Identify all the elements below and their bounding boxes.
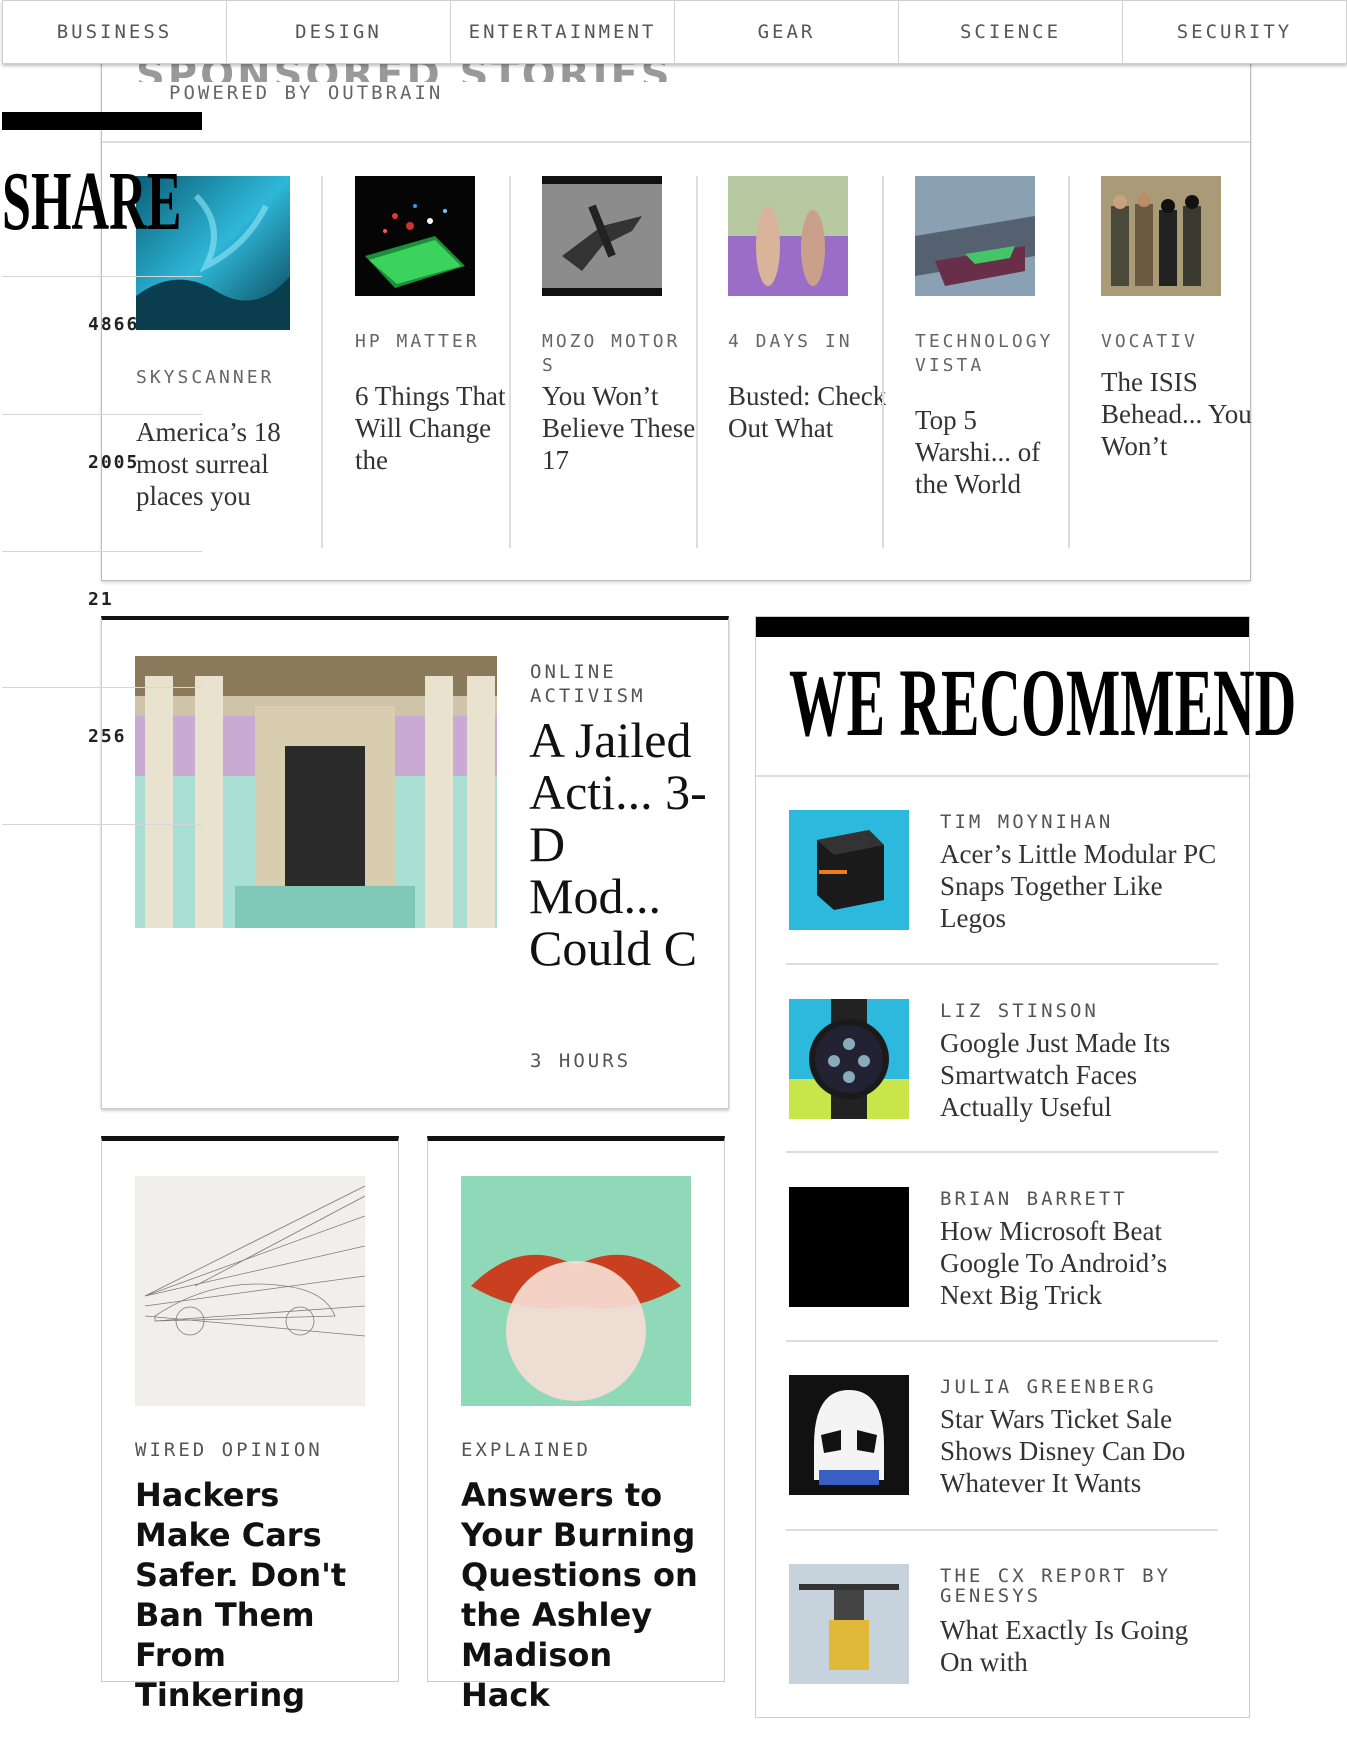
story-source: SKYSCANNER: [136, 367, 275, 388]
recommend-item[interactable]: BRIAN BARRETT How Microsoft Beat Google …: [789, 1187, 1219, 1377]
divider: [786, 963, 1218, 965]
divider: [786, 1340, 1218, 1342]
story-source: VOCATIV: [1101, 331, 1198, 352]
story-thumbnail[interactable]: [542, 176, 662, 296]
recommend-thumbnail[interactable]: [789, 1187, 909, 1307]
divider: [786, 1151, 1218, 1153]
divider: [102, 141, 1250, 143]
recommend-item[interactable]: JULIA GREENBERG Star Wars Ticket Sale Sh…: [789, 1375, 1219, 1565]
card-title[interactable]: Answers to Your Burning Questions on the…: [461, 1475, 711, 1715]
card-title[interactable]: Hackers Make Cars Safer. Don't Ban Them …: [135, 1475, 385, 1715]
recommend-thumbnail[interactable]: [789, 1375, 909, 1495]
recommend-author[interactable]: JULIA GREENBERG: [940, 1377, 1210, 1397]
card-category[interactable]: WIRED OPINION: [135, 1439, 323, 1461]
story-card[interactable]: EXPLAINED Answers to Your Burning Questi…: [427, 1136, 725, 1714]
recommend-item[interactable]: LIZ STINSON Google Just Made Its Smartwa…: [789, 999, 1219, 1189]
card-category[interactable]: EXPLAINED: [461, 1439, 591, 1461]
recommend-title-link[interactable]: Star Wars Ticket Sale Shows Disney Can D…: [940, 1403, 1220, 1499]
sponsored-stories-panel: SPONSORED STORIES POWERED BY OUTBRAIN SK…: [101, 60, 1252, 581]
nav-gear[interactable]: GEAR: [675, 1, 899, 63]
card-image[interactable]: [461, 1176, 691, 1406]
share-count-comments[interactable]: 21: [88, 589, 114, 610]
top-nav: BUSINESS DESIGN ENTERTAINMENT GEAR SCIEN…: [2, 0, 1347, 64]
we-recommend-panel: WE RECOMMEND TIM MOYNIHAN Acer’s Little …: [755, 616, 1296, 1718]
recommend-title-link[interactable]: Acer’s Little Modular PC Snaps Together …: [940, 838, 1220, 934]
nav-security[interactable]: SECURITY: [1123, 1, 1346, 63]
share-title: SHARE: [2, 155, 182, 248]
card-image[interactable]: [135, 1176, 365, 1406]
recommend-title-link[interactable]: What Exactly Is Going On with: [940, 1614, 1220, 1678]
nav-science[interactable]: SCIENCE: [899, 1, 1123, 63]
featured-timestamp: 3 HOURS: [530, 1050, 632, 1072]
recommend-author[interactable]: LIZ STINSON: [940, 1001, 1210, 1021]
story-thumbnail[interactable]: [728, 176, 848, 296]
recommend-title: WE RECOMMEND: [789, 649, 1297, 756]
share-divider: [2, 687, 202, 688]
share-bar: [2, 112, 202, 130]
recommend-author[interactable]: TIM MOYNIHAN: [940, 812, 1210, 832]
nav-business[interactable]: BUSINESS: [3, 1, 227, 63]
recommend-author[interactable]: BRIAN BARRETT: [940, 1189, 1210, 1209]
divider: [509, 176, 511, 548]
featured-image[interactable]: [135, 656, 497, 928]
recommend-title-link[interactable]: How Microsoft Beat Google To Android’s N…: [940, 1215, 1220, 1311]
divider: [321, 176, 323, 548]
story-title[interactable]: 6 Things That Will Change the: [355, 380, 515, 476]
recommend-author[interactable]: THE CX REPORT BY GENESYS: [940, 1566, 1210, 1606]
story-title[interactable]: Top 5 Warshi... of the World: [915, 404, 1075, 500]
recommend-thumbnail[interactable]: [789, 1564, 909, 1684]
share-count-pinterest[interactable]: 256: [88, 726, 127, 747]
powered-by-outbrain[interactable]: POWERED BY OUTBRAIN: [169, 82, 443, 104]
divider: [696, 176, 698, 548]
recommend-thumbnail[interactable]: [789, 999, 909, 1119]
story-thumbnail[interactable]: [1101, 176, 1221, 296]
share-divider: [2, 824, 202, 825]
divider: [786, 1529, 1218, 1531]
recommend-item[interactable]: THE CX REPORT BY GENESYS What Exactly Is…: [789, 1564, 1219, 1754]
nav-entertainment[interactable]: ENTERTAINMENT: [451, 1, 675, 63]
featured-title[interactable]: A Jailed Acti... 3-D Mod... Could C: [529, 714, 709, 1046]
featured-category[interactable]: ONLINE ACTIVISM: [530, 660, 710, 708]
recommend-item[interactable]: TIM MOYNIHAN Acer’s Little Modular PC Sn…: [789, 810, 1219, 1000]
story-title[interactable]: Busted: Check Out What: [728, 380, 888, 444]
share-count-twitter[interactable]: 2005: [88, 452, 139, 473]
recommend-bar: [756, 617, 1249, 637]
divider: [882, 176, 884, 548]
nav-design[interactable]: DESIGN: [227, 1, 451, 63]
story-card[interactable]: WIRED OPINION Hackers Make Cars Safer. D…: [101, 1136, 399, 1714]
story-thumbnail[interactable]: [355, 176, 475, 296]
story-title[interactable]: America’s 18 most surreal places you: [136, 416, 296, 512]
recommend-thumbnail[interactable]: [789, 810, 909, 930]
share-divider: [2, 551, 202, 552]
divider: [1068, 176, 1070, 548]
story-source: MOZO MOTORS: [542, 331, 681, 376]
share-count-facebook[interactable]: 4866: [88, 314, 139, 335]
share-divider: [2, 276, 202, 277]
story-source: 4 DAYS IN: [728, 331, 853, 352]
story-thumbnail[interactable]: [915, 176, 1035, 296]
story-title[interactable]: The ISIS Behead... You Won’t: [1101, 366, 1261, 462]
story-title[interactable]: You Won’t Believe These 17: [542, 380, 702, 476]
divider: [756, 775, 1249, 777]
recommend-title-link[interactable]: Google Just Made Its Smartwatch Faces Ac…: [940, 1027, 1220, 1123]
featured-story[interactable]: ONLINE ACTIVISM A Jailed Acti... 3-D Mod…: [101, 616, 729, 1109]
story-source: TECHNOLOGY VISTA: [915, 331, 1054, 376]
story-source: HP MATTER: [355, 331, 480, 352]
share-divider: [2, 414, 202, 415]
